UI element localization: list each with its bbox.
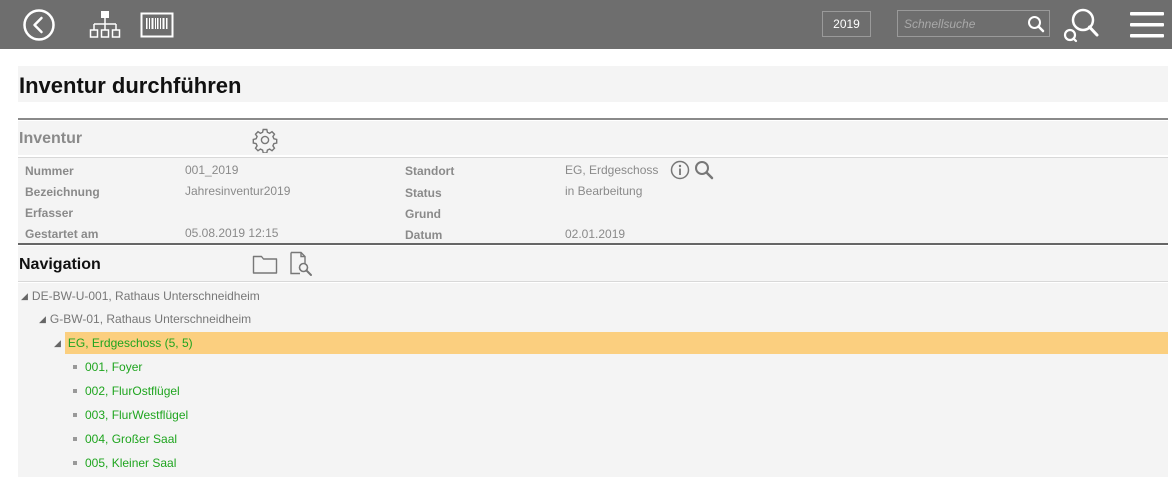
inventur-details: Nummer 001_2019 Bezeichnung Jahresinvent… <box>18 157 1168 243</box>
field-label-nummer: Nummer <box>25 164 74 178</box>
bullet-icon <box>73 413 77 417</box>
field-value-bezeichnung: Jahresinventur2019 <box>185 184 291 198</box>
inventur-section-title: Inventur <box>19 130 83 147</box>
location-search-icon[interactable] <box>693 159 715 181</box>
hierarchy-icon <box>89 11 121 38</box>
field-label-standort: Standort <box>405 164 455 178</box>
year-selector[interactable]: 2019 <box>822 11 871 37</box>
menu-button[interactable] <box>1128 9 1166 41</box>
tree-node-label: DE-BW-U-001, Rathaus Unterschneidheim <box>31 289 260 303</box>
tree-node-label: 003, FlurWestflügel <box>85 408 189 422</box>
tree-node-label: 004, Großer Saal <box>85 432 178 446</box>
back-button[interactable] <box>22 8 56 42</box>
field-label-datum: Datum <box>405 228 443 242</box>
collapse-triangle-icon[interactable]: ◢ <box>21 291 28 302</box>
quick-search[interactable] <box>897 10 1050 37</box>
tree-node-label: G-BW-01, Rathaus Unterschneidheim <box>49 312 252 326</box>
top-bar: 2019 <box>0 0 1172 49</box>
year-value: 2019 <box>833 17 860 31</box>
field-value-status: in Bearbeitung <box>565 184 643 198</box>
page-title: Inventur durchführen <box>19 73 242 98</box>
page-title-bar: Inventur durchführen <box>18 66 1168 102</box>
barcode-icon <box>140 12 174 38</box>
tree-node-room[interactable]: 002, FlurOstflügel <box>73 380 180 402</box>
field-label-grund: Grund <box>405 207 441 221</box>
navigation-tree: ◢ DE-BW-U-001, Rathaus Unterschneidheim … <box>18 283 1168 477</box>
tree-node-room[interactable]: 005, Kleiner Saal <box>73 452 176 474</box>
tree-node-room[interactable]: 001, Foyer <box>73 356 142 378</box>
field-value-nummer: 001_2019 <box>185 163 239 177</box>
info-icon[interactable] <box>669 159 691 181</box>
bullet-icon <box>73 365 77 369</box>
collapse-triangle-icon[interactable]: ◢ <box>54 338 61 349</box>
document-search-icon[interactable] <box>288 251 314 277</box>
collapse-triangle-icon[interactable]: ◢ <box>39 314 46 325</box>
advanced-search-icon <box>1063 8 1099 43</box>
barcode-button[interactable] <box>140 12 174 38</box>
field-label-erfasser: Erfasser <box>25 206 74 220</box>
tree-node-label: 002, FlurOstflügel <box>85 384 180 398</box>
advanced-search-button[interactable] <box>1062 5 1100 43</box>
tree-node-building[interactable]: ◢ DE-BW-U-001, Rathaus Unterschneidheim <box>21 285 260 307</box>
field-value-standort: EG, Erdgeschoss <box>565 163 659 177</box>
field-label-gestartet-am: Gestartet am <box>25 227 99 241</box>
gear-icon[interactable] <box>252 127 278 153</box>
quick-search-input[interactable] <box>904 14 1022 33</box>
tree-node-site[interactable]: ◢ G-BW-01, Rathaus Unterschneidheim <box>39 308 251 330</box>
field-label-bezeichnung: Bezeichnung <box>25 185 100 199</box>
field-label-status: Status <box>405 186 442 200</box>
bullet-icon <box>73 461 77 465</box>
back-arrow-icon <box>23 9 55 41</box>
tree-node-label: 005, Kleiner Saal <box>85 456 177 470</box>
bullet-icon <box>73 389 77 393</box>
field-value-gestartet-am: 05.08.2019 12:15 <box>185 226 279 240</box>
tree-node-label: EG, Erdgeschoss (5, 5) <box>64 332 1168 354</box>
search-icon[interactable] <box>1027 15 1045 33</box>
bullet-icon <box>73 437 77 441</box>
tree-node-room[interactable]: 003, FlurWestflügel <box>73 404 188 426</box>
section-divider <box>18 243 1168 245</box>
tree-node-floor-selected[interactable]: ◢ EG, Erdgeschoss (5, 5) <box>54 332 1168 354</box>
section-divider <box>18 118 1168 120</box>
folder-icon[interactable] <box>252 253 278 275</box>
hamburger-menu-icon <box>1130 12 1164 38</box>
tree-node-room[interactable]: 004, Großer Saal <box>73 428 177 450</box>
tree-node-label: 001, Foyer <box>85 360 143 374</box>
inventur-section-header: Inventur <box>18 121 1168 155</box>
hierarchy-button[interactable] <box>88 10 122 40</box>
navigation-section-header: Navigation <box>18 246 1168 282</box>
field-value-datum: 02.01.2019 <box>565 227 626 241</box>
navigation-section-title: Navigation <box>19 256 101 273</box>
